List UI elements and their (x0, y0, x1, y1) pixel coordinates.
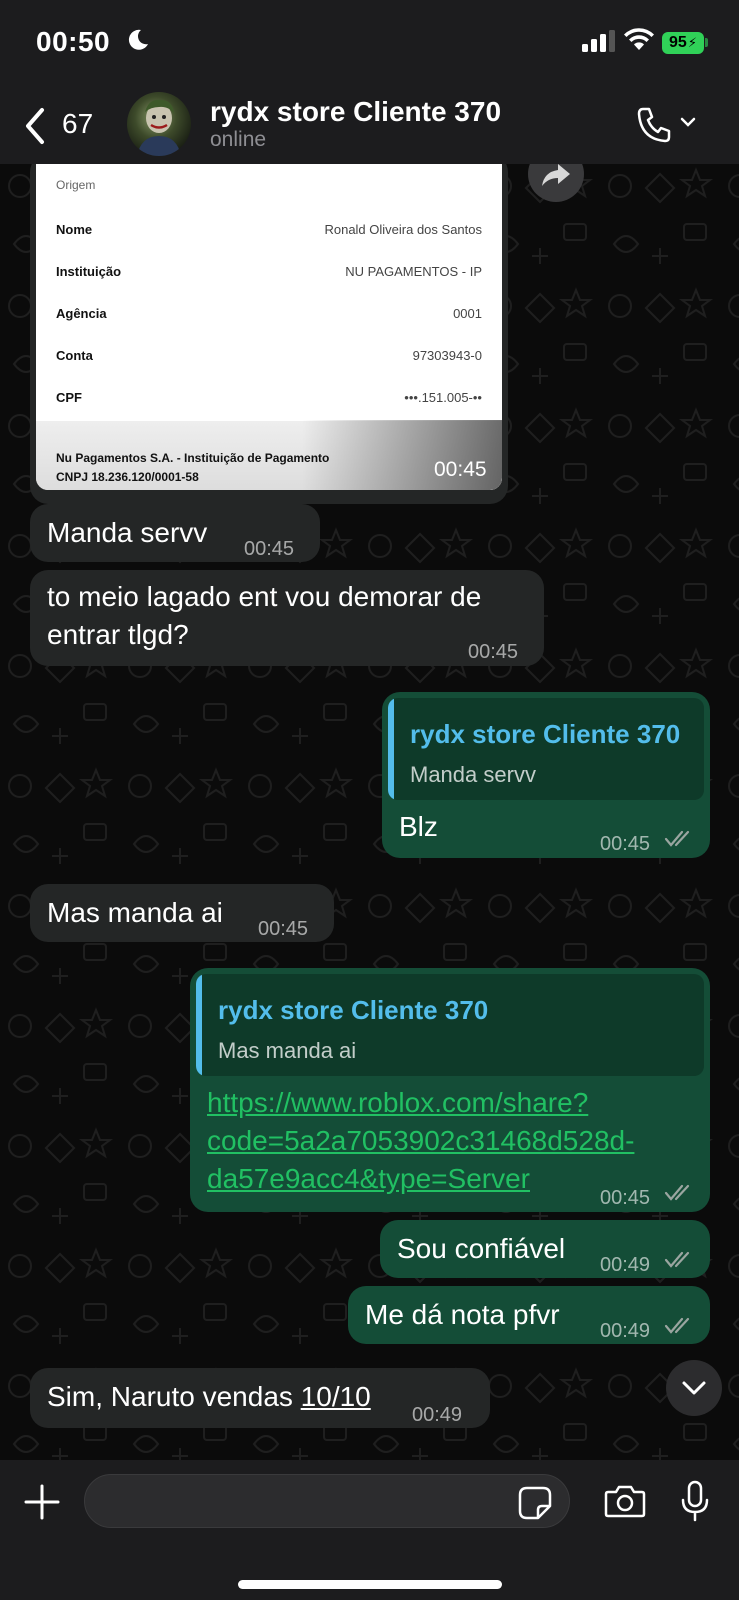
receipt-label: CPF (56, 390, 82, 405)
message-time: 00:49 (600, 1320, 651, 1342)
moon-icon (128, 29, 148, 50)
signal-icon (582, 30, 615, 52)
incoming-message[interactable]: to meio lagado ent vou demorar de entrar… (30, 570, 544, 666)
receipt-value: NU PAGAMENTOS - IP (345, 264, 482, 279)
message-time: 00:45 (258, 918, 309, 940)
message-text-line: to meio lagado ent vou demorar de (47, 581, 482, 612)
scroll-to-bottom-button[interactable] (666, 1360, 722, 1416)
chevron-down-icon (682, 1381, 706, 1395)
message-time: 00:45 (468, 641, 519, 663)
back-chevron-icon[interactable] (22, 106, 48, 146)
receipt-footer-cnpj: CNPJ 18.236.120/0001-58 (56, 470, 199, 484)
receipt-value: Ronald Oliveira dos Santos (324, 222, 482, 237)
composer-bar (0, 1460, 739, 1600)
contact-name[interactable]: rydx store Cliente 370 (210, 96, 501, 128)
incoming-message[interactable]: Sim, Naruto vendas 10/10 00:49 (30, 1368, 490, 1428)
back-unread-count[interactable]: 67 (62, 108, 93, 140)
message-text: Mas manda ai (47, 897, 223, 928)
outgoing-message[interactable]: Sou confiável 00:49 (380, 1220, 710, 1278)
contact-status: online (210, 128, 267, 151)
roblox-link[interactable]: code=5a2a7053902c31468d528d- (207, 1122, 634, 1159)
forward-icon (542, 164, 570, 186)
message-time: 00:45 (600, 1187, 651, 1209)
receipt-label: Agência (56, 306, 107, 321)
rating-text[interactable]: 10/10 (301, 1381, 371, 1412)
sticker-icon[interactable] (518, 1486, 552, 1520)
phone-icon[interactable] (636, 106, 672, 144)
forward-button[interactable] (528, 164, 584, 202)
quoted-text: Mas manda ai (218, 1038, 357, 1063)
chat-header: 67 rydx store Cliente 370 online (0, 88, 739, 164)
battery-tip (705, 38, 708, 47)
message-input[interactable] (84, 1474, 570, 1528)
status-bar: 00:50 95 ⚡ (0, 0, 739, 88)
read-receipt-icon (664, 1317, 690, 1334)
message-text: Manda servv (47, 517, 208, 548)
receipt-label: Instituição (56, 264, 122, 279)
receipt-value: •••.151.005-•• (404, 390, 482, 405)
quoted-message[interactable]: rydx store Cliente 370 Manda servv (388, 698, 704, 800)
read-receipt-icon (664, 1184, 690, 1201)
message-time: 00:45 (434, 458, 487, 481)
plus-icon[interactable] (24, 1484, 60, 1520)
call-options-chevron-icon[interactable] (680, 116, 696, 128)
receipt-section-label: Origem (56, 178, 96, 192)
roblox-link[interactable]: https://www.roblox.com/share? (207, 1084, 588, 1121)
message-text-prefix: Sim, Naruto vendas (47, 1381, 301, 1412)
message-text: Blz (399, 811, 438, 842)
message-time: 00:45 (600, 833, 651, 855)
message-text: Sou confiável (397, 1233, 566, 1264)
quoted-sender: rydx store Cliente 370 (218, 995, 489, 1025)
quote-bar (196, 974, 202, 1076)
clock: 00:50 (36, 26, 111, 57)
quoted-message[interactable]: rydx store Cliente 370 Mas manda ai (196, 974, 704, 1076)
quoted-text: Manda servv (410, 762, 536, 787)
roblox-link[interactable]: da57e9acc4&type=Server (207, 1160, 530, 1197)
microphone-icon[interactable] (680, 1480, 710, 1522)
wifi-icon (624, 28, 654, 50)
camera-icon[interactable] (604, 1484, 646, 1518)
message-text: Sim, Naruto vendas 10/10 (47, 1378, 371, 1415)
home-indicator[interactable] (238, 1580, 502, 1589)
receipt-label: Conta (56, 348, 93, 363)
incoming-message[interactable]: Mas manda ai 00:45 (30, 884, 334, 942)
outgoing-message[interactable]: Me dá nota pfvr 00:49 (348, 1286, 710, 1344)
read-receipt-icon (664, 830, 690, 847)
image-message[interactable]: Origem Nome Ronald Oliveira dos Santos I… (30, 164, 508, 504)
outgoing-message[interactable]: rydx store Cliente 370 Manda servv Blz 0… (382, 692, 710, 858)
incoming-message[interactable]: Manda servv 00:45 (30, 504, 320, 562)
message-time: 00:49 (412, 1404, 463, 1426)
avatar[interactable] (127, 92, 191, 156)
receipt-value: 0001 (453, 306, 482, 321)
chat-area[interactable]: Origem Nome Ronald Oliveira dos Santos I… (0, 164, 739, 1460)
quote-bar (388, 698, 394, 800)
receipt-value: 97303943-0 (412, 348, 482, 363)
message-text-line: entrar tlgd? (47, 619, 189, 650)
message-time: 00:45 (244, 538, 295, 560)
quoted-sender: rydx store Cliente 370 (410, 719, 681, 749)
receipt-label: Nome (56, 222, 93, 237)
message-time: 00:49 (600, 1254, 651, 1276)
battery-level: 95 (669, 34, 687, 51)
message-text: Me dá nota pfvr (365, 1299, 560, 1330)
receipt-footer-company: Nu Pagamentos S.A. - Instituição de Paga… (56, 451, 330, 465)
battery-indicator: 95 ⚡ (662, 32, 704, 54)
payment-receipt-image[interactable]: Origem Nome Ronald Oliveira dos Santos I… (36, 164, 502, 490)
read-receipt-icon (664, 1251, 690, 1268)
outgoing-message[interactable]: rydx store Cliente 370 Mas manda ai http… (190, 968, 710, 1212)
